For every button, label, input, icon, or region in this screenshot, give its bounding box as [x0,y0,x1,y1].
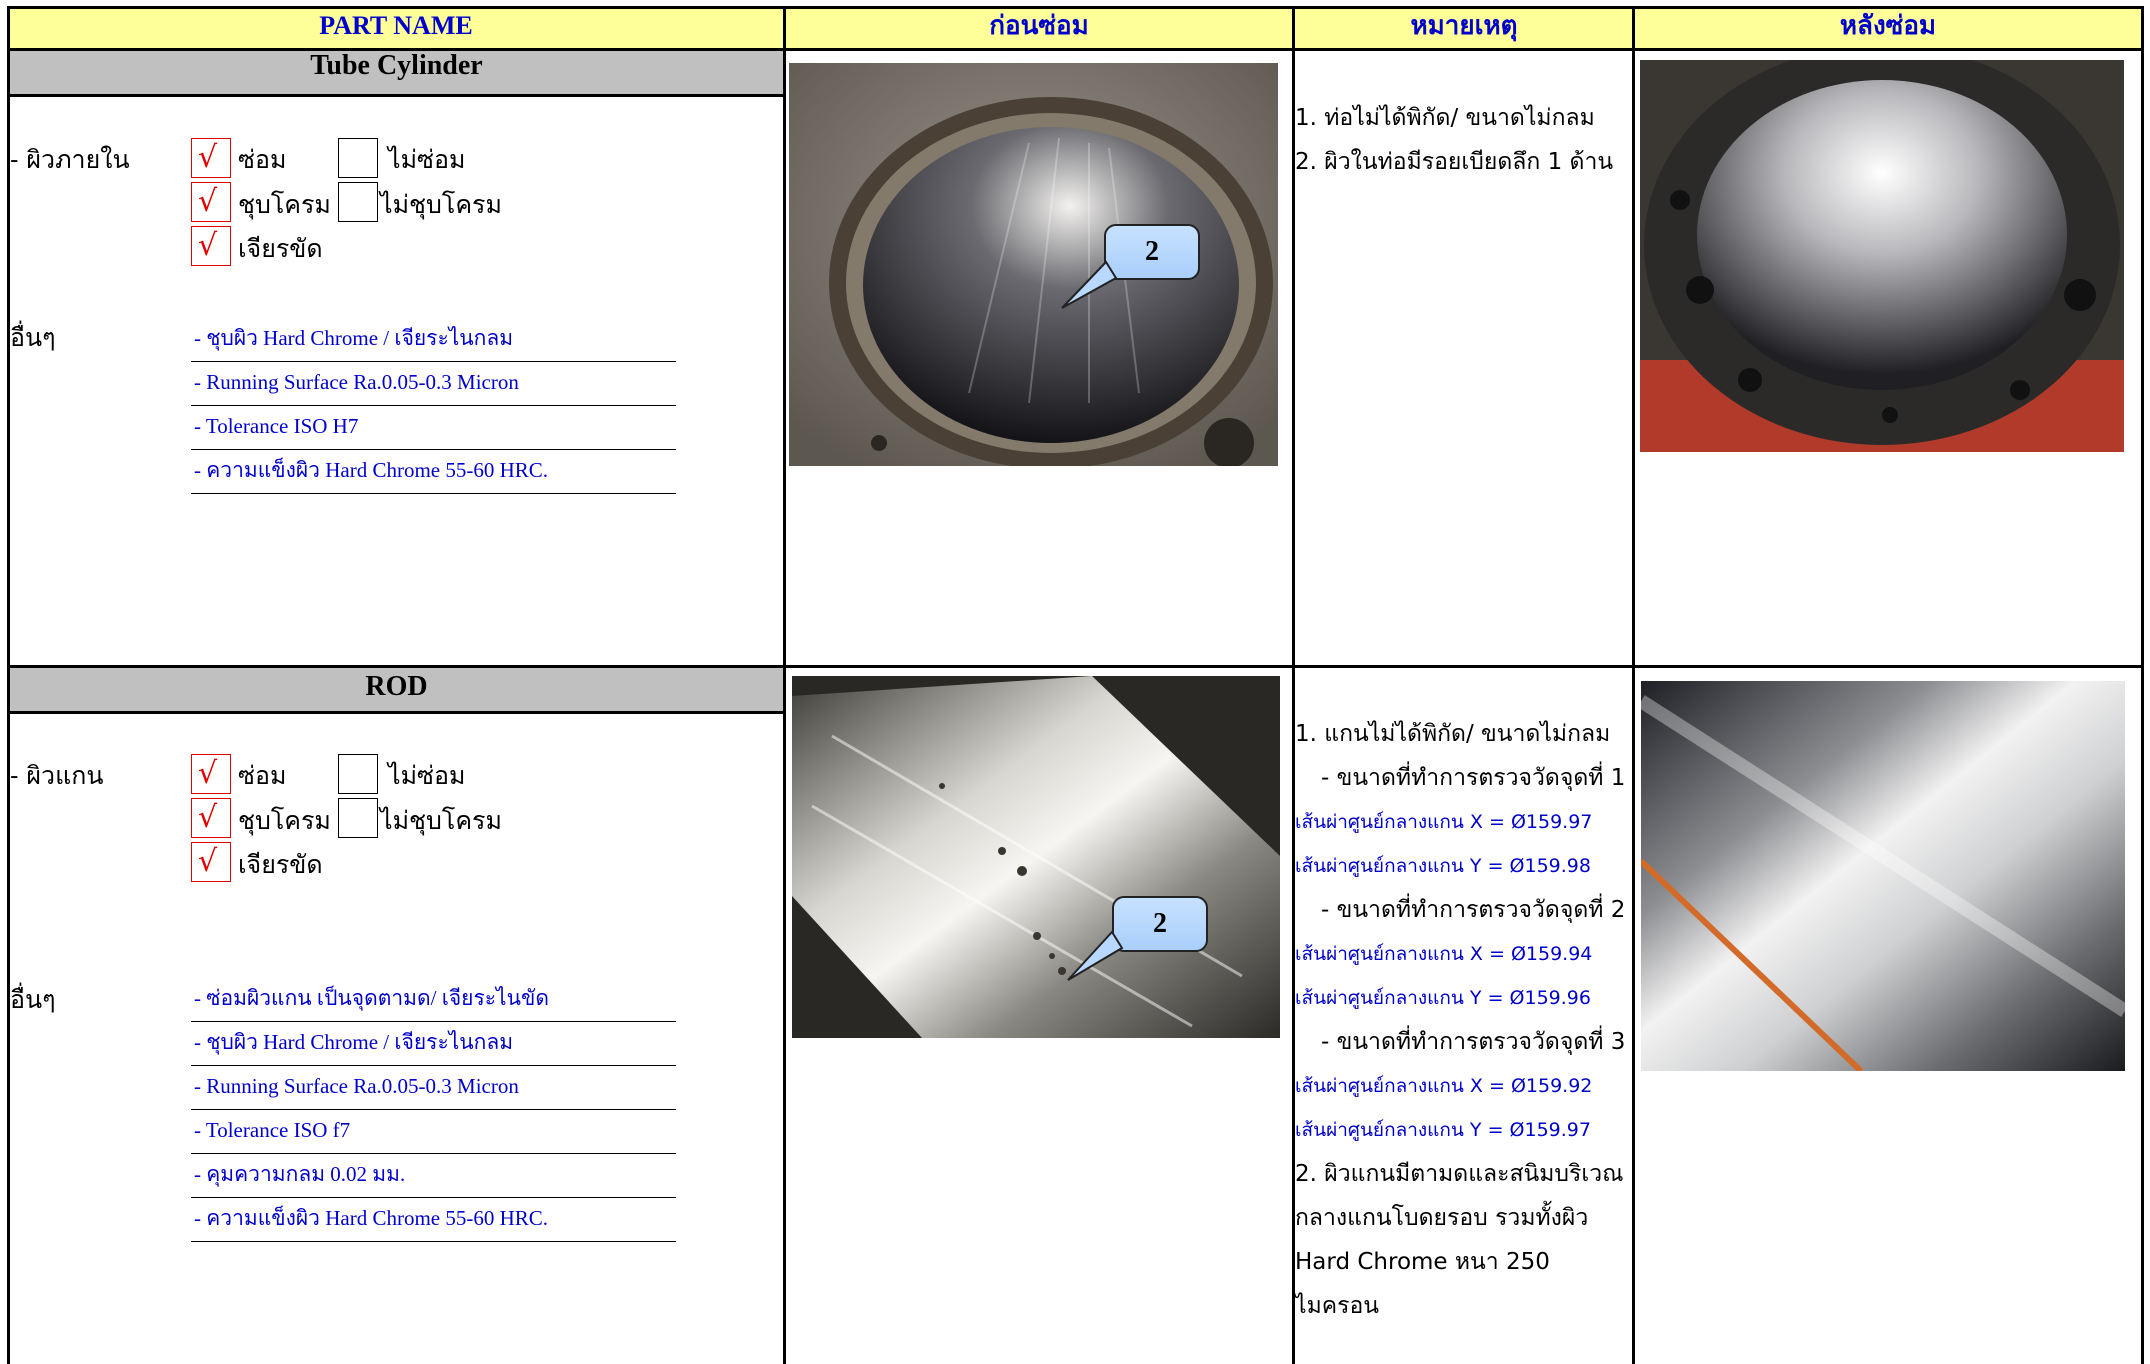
remark-line: - ขนาดที่ทำการตรวจวัดจุดที่ 1 [1321,765,1626,791]
grid-v-3 [1632,6,1635,1364]
surface-label: - ผิวแกน [10,761,104,790]
photo-after-rod [1641,681,2125,1071]
option-chrome-label: ชุบโครม [238,806,331,835]
checkbox-grind[interactable] [191,226,231,266]
spec-line: - Running Surface Ra.0.05-0.3 Micron [191,362,676,406]
spec-line: - ชุบผิว Hard Chrome / เจียระไนกลม [191,318,676,362]
option-grind-label: เจียรขัด [238,234,323,263]
photo-before-rod [792,676,1280,1038]
remark-line: 1. ท่อไม่ได้พิกัด/ ขนาดไม่กลม [1295,105,1595,131]
other-label: อื่นๆ [10,323,56,352]
header-remarks: หมายเหตุ [1294,8,1634,48]
remark-line: เส้นผ่าศูนย์กลางแกน Y = Ø159.98 [1295,855,1591,877]
header-after-repair: หลังซ่อม [1634,8,2142,48]
option-no-repair-label: ไม่ซ่อม [388,761,466,790]
remark-line: เส้นผ่าศูนย์กลางแกน X = Ø159.92 [1295,1075,1593,1097]
checkbox-repair[interactable] [191,138,231,178]
remark-line: เส้นผ่าศูนย์กลางแกน Y = Ø159.96 [1295,987,1591,1009]
remark-line: 2. ผิวในท่อมีรอยเบียดลึก 1 ด้าน [1295,149,1614,175]
checkbox-no-repair[interactable] [338,754,378,794]
surface-label: - ผิวภายใน [10,145,130,174]
checkbox-no-chrome[interactable] [338,798,378,838]
spec-line: - Tolerance ISO f7 [191,1110,676,1154]
option-chrome-label: ชุบโครม [238,190,331,219]
grid-v-1 [783,6,786,1364]
callout-marker: 2 [1112,896,1208,952]
other-label: อื่นๆ [10,985,56,1014]
checkbox-chrome[interactable] [191,182,231,222]
option-no-chrome-label: ไม่ชุบโครม [380,806,502,835]
spec-line: - ความแข็งผิว Hard Chrome 55-60 HRC. [191,1198,676,1242]
remark-line: เส้นผ่าศูนย์กลางแกน X = Ø159.97 [1295,811,1593,833]
option-repair-label: ซ่อม [238,145,287,174]
section-title-tube-cylinder: Tube Cylinder [10,51,783,97]
remark-line: 2. ผิวแกนมีตามดและสนิมบริเวณ [1295,1161,1624,1187]
remark-line: - ขนาดที่ทำการตรวจวัดจุดที่ 2 [1321,897,1626,923]
remarks-list: 1. แกนไม่ได้พิกัด/ ขนาดไม่กลม - ขนาดที่ทำ… [1295,712,1631,1328]
remark-line: 1. แกนไม่ได้พิกัด/ ขนาดไม่กลม [1295,721,1611,747]
grid-top-line [8,6,2144,9]
checkbox-repair[interactable] [191,754,231,794]
photo-after-tube-cylinder [1640,60,2124,452]
checkbox-grind[interactable] [191,842,231,882]
photo-before-tube-cylinder [789,63,1278,466]
option-no-chrome-label: ไม่ชุบโครม [380,190,502,219]
remark-line: Hard Chrome หนา 250 ไมครอน [1295,1249,1550,1319]
remark-line: เส้นผ่าศูนย์กลางแกน Y = Ø159.97 [1295,1119,1591,1141]
option-repair-label: ซ่อม [238,761,287,790]
remark-line: กลางแกนโบดยรอบ รวมทั้งผิว [1295,1205,1589,1231]
remark-line: เส้นผ่าศูนย์กลางแกน X = Ø159.94 [1295,943,1593,965]
spec-line: - Running Surface Ra.0.05-0.3 Micron [191,1066,676,1110]
section-title-rod: ROD [10,668,783,714]
spec-line: - คุมความกลม 0.02 มม. [191,1154,676,1198]
spec-line: - Tolerance ISO H7 [191,406,676,450]
spec-line: - ชุบผิว Hard Chrome / เจียระไนกลม [191,1022,676,1066]
spec-line: - ความแข็งผิว Hard Chrome 55-60 HRC. [191,450,676,494]
checkbox-no-chrome[interactable] [338,182,378,222]
option-no-repair-label: ไม่ซ่อม [388,145,466,174]
remark-line: - ขนาดที่ทำการตรวจวัดจุดที่ 3 [1321,1029,1626,1055]
header-part-name: PART NAME [8,8,784,48]
spec-line: - ซ่อมผิวแกน เป็นจุดตามด/ เจียระไนขัด [191,978,676,1022]
callout-pointer [1067,930,1124,981]
checkbox-no-repair[interactable] [338,138,378,178]
grid-v-right [2141,6,2144,1364]
callout-pointer [1061,260,1118,309]
header-before-repair: ก่อนซ่อม [784,8,1294,48]
checkbox-chrome[interactable] [191,798,231,838]
option-grind-label: เจียรขัด [238,850,323,879]
